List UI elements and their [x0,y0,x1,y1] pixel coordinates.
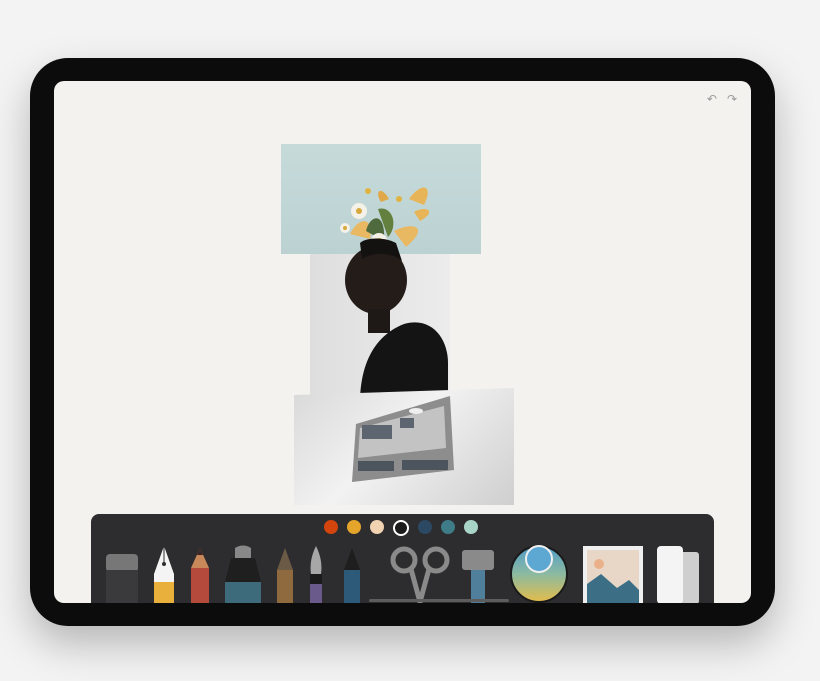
home-indicator [369,599,509,602]
color-swatch[interactable] [393,520,409,536]
room-photo-layer [294,388,514,505]
fountain-pen-icon[interactable] [149,544,179,603]
image-icon[interactable] [581,544,645,603]
color-swatches [324,520,478,536]
ink-pen-icon[interactable] [339,546,365,603]
pencil-icon[interactable] [188,546,212,603]
app-screen: ↶ ↷ [54,81,751,603]
room-interior [352,396,454,482]
fill-bucket-icon[interactable] [459,546,497,603]
color-swatch[interactable] [347,520,361,534]
brush-icon[interactable] [305,544,327,603]
tool-palette [91,514,714,603]
color-swatch[interactable] [370,520,384,534]
color-wheel-icon[interactable] [509,544,569,603]
scissors-icon[interactable] [389,544,451,603]
ipad-device: ↶ ↷ [30,58,775,626]
eraser-icon[interactable] [103,548,143,603]
color-swatch[interactable] [464,520,478,534]
layers-icon[interactable] [655,544,701,603]
color-swatch[interactable] [418,520,432,534]
color-swatch[interactable] [324,520,338,534]
drawing-tools [101,544,701,603]
color-swatch[interactable] [441,520,455,534]
portrait-figure [345,238,448,398]
fine-pen-icon[interactable] [273,546,297,603]
marker-icon[interactable] [221,544,265,603]
